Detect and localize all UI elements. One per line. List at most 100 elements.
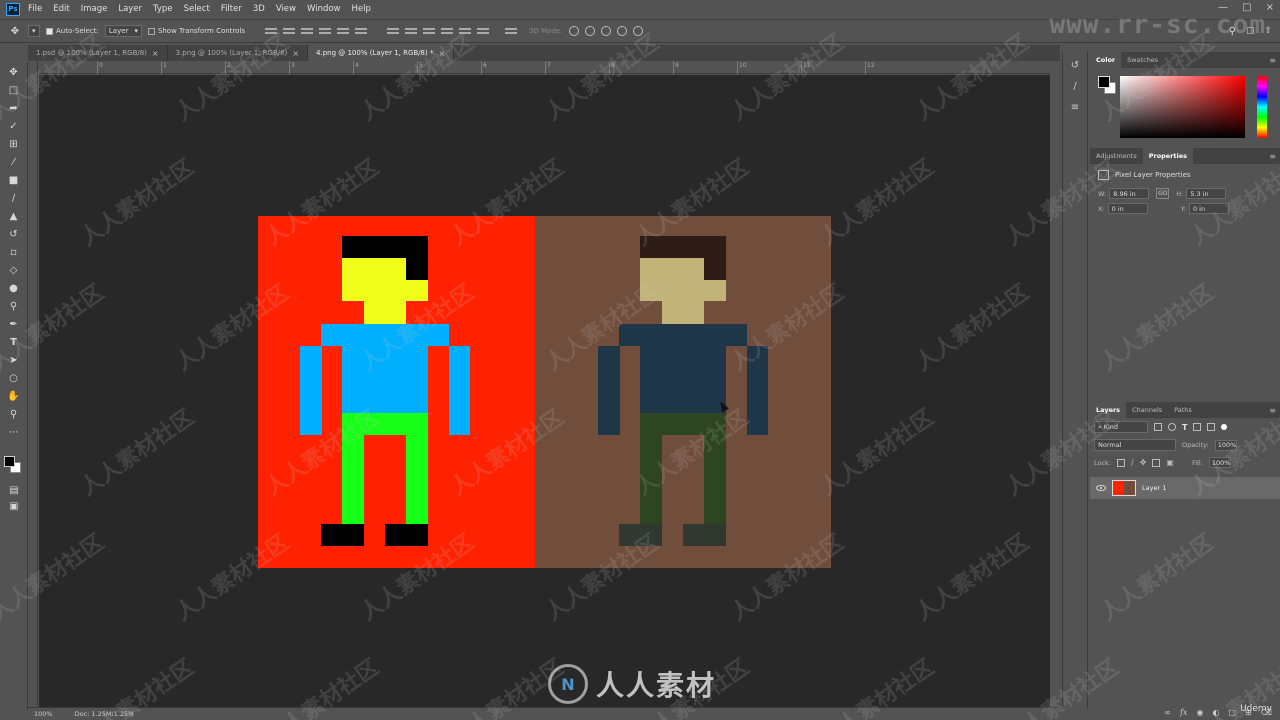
auto-align-icon[interactable] xyxy=(505,26,518,36)
workspace-icon[interactable]: ▢ xyxy=(1246,26,1255,37)
filter-type-icon[interactable]: T xyxy=(1182,423,1187,432)
align-right-icon[interactable] xyxy=(355,26,368,36)
filter-pixel-icon[interactable] xyxy=(1154,423,1162,431)
lock-position-icon[interactable]: ✥ xyxy=(1140,458,1147,467)
auto-select-option[interactable]: Auto-Select: xyxy=(46,27,99,35)
canvas-workspace[interactable] xyxy=(39,75,1050,707)
zoom-level[interactable]: 100% xyxy=(34,710,53,718)
history-icon[interactable]: ↺ xyxy=(1071,60,1079,71)
menu-3d[interactable]: 3D xyxy=(253,4,265,14)
blend-mode-dropdown[interactable]: Normal xyxy=(1094,439,1176,451)
filter-toggle-icon[interactable] xyxy=(1221,424,1228,430)
zoom-tool-icon[interactable]: ⚲ xyxy=(7,408,21,420)
distribute-top-icon[interactable] xyxy=(387,26,400,36)
eraser-tool-icon[interactable]: ▫ xyxy=(7,246,21,258)
color-foreground-swatch[interactable] xyxy=(1098,76,1110,88)
screen-mode-icon[interactable]: ▣ xyxy=(7,500,21,512)
tab-swatches[interactable]: Swatches xyxy=(1121,52,1164,68)
search-icon[interactable]: ⚲ xyxy=(1229,26,1236,37)
photoshop-logo[interactable]: Ps xyxy=(6,2,20,16)
add-mask-icon[interactable]: ◉ xyxy=(1196,708,1203,717)
tab-adjustments[interactable]: Adjustments xyxy=(1090,148,1143,164)
path-select-tool-icon[interactable]: ➤ xyxy=(7,354,21,366)
gradient-tool-icon[interactable]: ◇ xyxy=(7,264,21,276)
distribute-left-icon[interactable] xyxy=(441,26,454,36)
distribute-right-icon[interactable] xyxy=(477,26,490,36)
crop-tool-icon[interactable]: ⊞ xyxy=(7,138,21,150)
hand-tool-icon[interactable]: ✋ xyxy=(7,390,21,402)
marquee-tool-icon[interactable]: □ xyxy=(7,84,21,96)
tab-paths[interactable]: Paths xyxy=(1168,402,1198,418)
dodge-tool-icon[interactable]: ⚲ xyxy=(7,300,21,312)
layer-item[interactable]: Layer 1 xyxy=(1090,477,1280,499)
height-field[interactable]: 5.3 in xyxy=(1186,188,1227,199)
filter-shape-icon[interactable] xyxy=(1193,423,1202,431)
tab-channels[interactable]: Channels xyxy=(1126,402,1168,418)
menu-filter[interactable]: Filter xyxy=(221,4,242,14)
x-field[interactable]: 0 in xyxy=(1107,203,1148,214)
lock-artboard-icon[interactable] xyxy=(1152,458,1161,467)
align-vcenter-icon[interactable] xyxy=(283,26,296,36)
fx-icon[interactable]: fx xyxy=(1180,708,1187,717)
menu-select[interactable]: Select xyxy=(184,4,210,14)
menu-edit[interactable]: Edit xyxy=(53,4,69,14)
panel-menu-icon[interactable]: ≡ xyxy=(1269,56,1276,65)
delete-layer-icon[interactable]: ⌫ xyxy=(1261,708,1272,717)
close-icon[interactable]: × xyxy=(1266,2,1274,13)
visibility-eye-icon[interactable] xyxy=(1096,485,1106,491)
history-brush-tool-icon[interactable]: ↺ xyxy=(7,228,21,240)
align-hcenter-icon[interactable] xyxy=(337,26,350,36)
new-group-icon[interactable]: □ xyxy=(1228,708,1236,717)
menu-view[interactable]: View xyxy=(276,4,296,14)
tab-document-3[interactable]: 3.png @ 100% (Layer 1, RGB/8) × xyxy=(167,45,309,61)
brush-settings-icon[interactable]: ∕ xyxy=(1073,81,1076,92)
show-transform-option[interactable]: Show Transform Controls xyxy=(147,27,245,35)
type-tool-icon[interactable]: T xyxy=(7,336,21,348)
tab-document-1[interactable]: 1.psd @ 100% (Layer 1, RGB/8) × xyxy=(28,45,168,61)
menu-help[interactable]: Help xyxy=(352,4,371,14)
document-info[interactable]: Doc: 1.25M/1.25M xyxy=(75,710,134,718)
new-layer-icon[interactable]: ⊞ xyxy=(1245,708,1252,717)
3d-rotate-icon[interactable] xyxy=(568,26,579,36)
auto-select-target-dropdown[interactable]: Layer ▾ xyxy=(104,25,142,37)
distribute-bottom-icon[interactable] xyxy=(423,26,436,36)
tab-color[interactable]: Color xyxy=(1090,52,1122,68)
shape-tool-icon[interactable]: ○ xyxy=(7,372,21,384)
panel-menu-icon[interactable]: ≡ xyxy=(1269,152,1276,161)
3d-drag-icon[interactable] xyxy=(600,26,611,36)
color-saturation-field[interactable] xyxy=(1120,76,1245,138)
menu-file[interactable]: File xyxy=(28,4,42,14)
filter-smart-object-icon[interactable] xyxy=(1207,423,1216,431)
tab-layers[interactable]: Layers xyxy=(1090,402,1127,418)
auto-select-checkbox[interactable] xyxy=(46,27,53,35)
align-top-icon[interactable] xyxy=(265,26,278,36)
align-bottom-icon[interactable] xyxy=(301,26,314,36)
blur-tool-icon[interactable]: ● xyxy=(7,282,21,294)
move-tool-icon[interactable]: ✥ xyxy=(8,25,22,37)
stamp-tool-icon[interactable]: ▲ xyxy=(7,210,21,222)
3d-roll-icon[interactable] xyxy=(584,26,595,36)
move-tool-icon[interactable]: ✥ xyxy=(7,66,21,78)
close-tab-icon[interactable]: × xyxy=(438,49,445,58)
kind-filter-dropdown[interactable]: ⌕ Kind xyxy=(1094,421,1148,433)
panel-menu-icon[interactable]: ≡ xyxy=(1269,406,1276,415)
tab-document-4[interactable]: 4.png @ 100% (Layer 1, RGB/8) * × xyxy=(308,45,455,61)
tool-preset-picker[interactable]: ▾ xyxy=(28,25,40,37)
distribute-hcenter-icon[interactable] xyxy=(459,26,472,36)
close-tab-icon[interactable]: × xyxy=(152,49,159,58)
minimize-icon[interactable]: — xyxy=(1218,2,1228,13)
maximize-icon[interactable]: □ xyxy=(1242,2,1251,13)
link-layers-icon[interactable]: ∞ xyxy=(1164,708,1171,717)
lock-all-icon[interactable]: ▣ xyxy=(1166,458,1174,467)
menu-layer[interactable]: Layer xyxy=(118,4,142,14)
quick-mask-icon[interactable]: ▤ xyxy=(7,484,21,496)
lock-transparent-icon[interactable] xyxy=(1117,458,1126,467)
align-left-icon[interactable] xyxy=(319,26,332,36)
menu-type[interactable]: Type xyxy=(153,4,173,14)
hue-slider[interactable] xyxy=(1257,76,1267,138)
lasso-tool-icon[interactable]: ➦ xyxy=(7,102,21,114)
adjustment-layer-icon[interactable]: ◐ xyxy=(1212,708,1219,717)
menu-window[interactable]: Window xyxy=(307,4,341,14)
layer-name[interactable]: Layer 1 xyxy=(1142,484,1166,492)
brush-tool-icon[interactable]: ∕ xyxy=(7,192,21,204)
